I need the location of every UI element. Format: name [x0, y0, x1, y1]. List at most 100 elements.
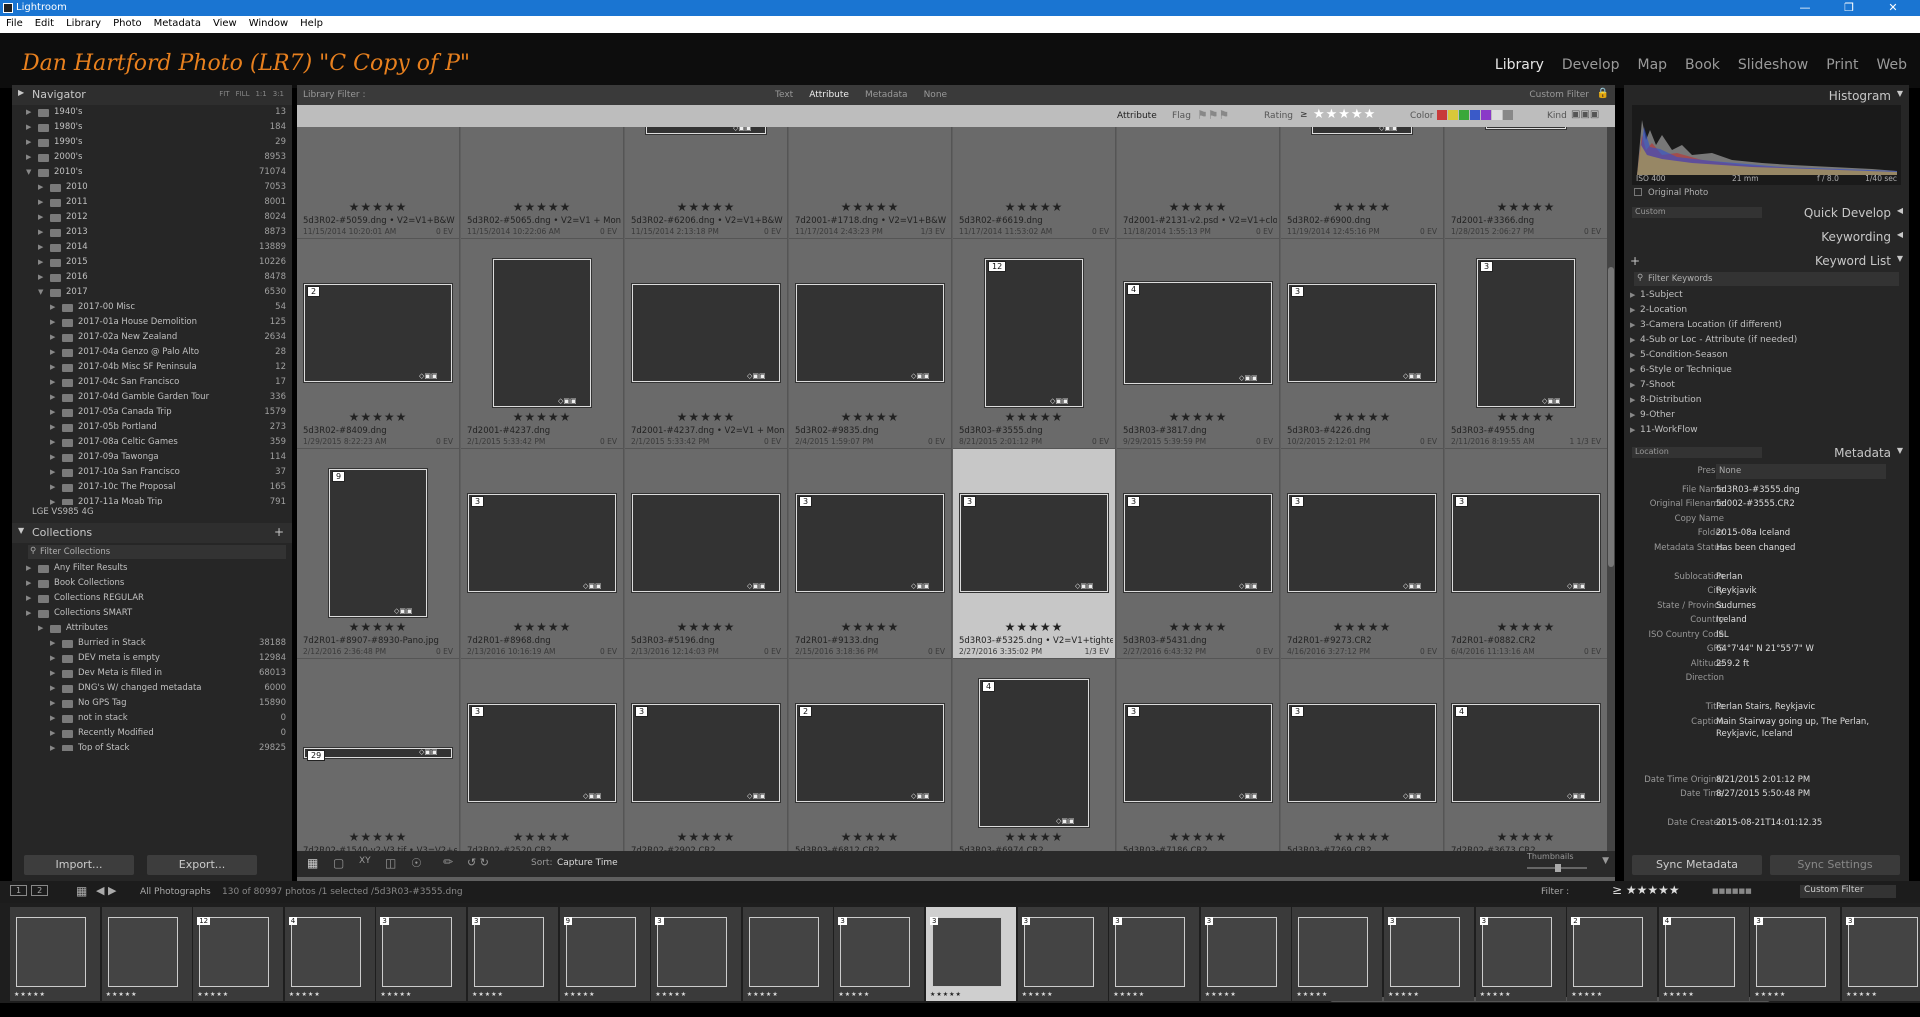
collapse-triangle-icon[interactable]: ▶ — [50, 375, 55, 390]
back-forward-icons[interactable]: ◀ ▶ — [96, 884, 116, 897]
grid-cell[interactable]: ◇▣▣ ★★★★★ 5d3R02-#9835.dng 2/4/2015 1:59:07… — [789, 239, 952, 449]
folder-item[interactable]: ▶ 2015 10226 — [24, 255, 292, 270]
collapse-triangle-icon[interactable]: ▶ — [50, 696, 55, 711]
thumbnail-badge-icons[interactable]: ◇▣▣ — [1075, 582, 1094, 590]
stack-count-badge[interactable]: 9 — [332, 470, 346, 482]
filmstrip-photo[interactable] — [107, 917, 178, 987]
folder-item[interactable]: ▼ 2010's 71074 — [24, 165, 292, 180]
filmstrip-thumbnail[interactable]: 3 ★★★★★ — [1475, 907, 1566, 1001]
rating-stars[interactable]: ★★★★★ — [297, 830, 459, 844]
expand-triangle-icon[interactable]: ▶ — [1630, 408, 1635, 423]
thumbnail-badge-icons[interactable]: ◇▣▣ — [747, 372, 766, 380]
metadata-field-value[interactable]: Perlan — [1716, 570, 1743, 585]
rating-stars[interactable]: ★★★★★ — [1281, 200, 1443, 214]
folder-item[interactable]: ▶ 2012 8024 — [24, 210, 292, 225]
folder-item[interactable]: ▶ 2017-05b Portland 273 — [24, 420, 292, 435]
photo-thumbnail[interactable] — [960, 493, 1108, 592]
grid-cell[interactable]: ◇▣▣ ★★★★★ 5d3R03-#5196.dng 2/13/2016 12:14:… — [625, 449, 788, 659]
rating-stars[interactable]: ★★★★★ — [1445, 830, 1607, 844]
filmstrip-rating-filter[interactable]: ≥ ★★★★★ — [1612, 883, 1680, 897]
collapse-triangle-icon[interactable]: ▶ — [26, 576, 31, 591]
filmstrip-photo[interactable] — [1756, 917, 1827, 987]
folder-item[interactable]: ▼ 2017 6530 — [24, 285, 292, 300]
collapse-triangle-icon[interactable]: ▶ — [18, 88, 24, 97]
stack-count-badge[interactable]: 29 — [307, 749, 326, 761]
grid-cell[interactable]: ★★★★★ 5d3R02-#6619.dng 11/17/2014 11:53:02… — [953, 127, 1116, 239]
filmstrip-thumbnail[interactable]: 3 ★★★★★ — [1384, 907, 1474, 1001]
keyword-item[interactable]: ▶ 9-Other — [1624, 408, 1909, 423]
collapse-triangle-icon[interactable]: ▶ — [50, 666, 55, 681]
folder-item[interactable]: ▶ No GPS Tag 15890 — [24, 696, 292, 711]
collapse-triangle-icon[interactable]: ▶ — [38, 255, 43, 270]
stack-count-badge[interactable]: 2 — [1571, 917, 1580, 925]
grid-scrollbar-thumb[interactable] — [1608, 267, 1614, 567]
metadata-field-value[interactable]: 64°7'44" N 21°55'7" W — [1716, 642, 1814, 657]
expand-triangle-icon[interactable]: ▶ — [1630, 288, 1635, 303]
sync-settings-button[interactable]: Sync Settings — [1770, 855, 1900, 875]
rating-stars[interactable]: ★★★★★ — [461, 410, 623, 424]
grid-cell[interactable]: ◇▣▣ ★★★★★ 5d3R02-#6900.dng 11/19/2014 12:45… — [1281, 127, 1444, 239]
rating-stars[interactable]: ★★★★★ — [1445, 410, 1607, 424]
photo-thumbnail[interactable] — [1477, 258, 1575, 407]
rating-stars-filter[interactable]: ★★★★★ — [1313, 107, 1376, 122]
expand-triangle-icon[interactable]: ▶ — [1630, 303, 1635, 318]
collapse-triangle-icon[interactable]: ▶ — [26, 561, 31, 576]
photo-thumbnail[interactable] — [1124, 703, 1272, 802]
collapse-triangle-icon[interactable]: ▶ — [38, 270, 43, 285]
zoom-option[interactable]: FIT — [219, 90, 229, 98]
lock-icon[interactable]: 🔒 — [1597, 88, 1609, 99]
filmstrip-photo[interactable] — [1115, 917, 1186, 987]
stack-count-badge[interactable]: 12 — [197, 917, 211, 925]
collapse-triangle-icon[interactable]: ▶ — [38, 621, 43, 636]
sort-select[interactable]: Capture Time — [557, 858, 618, 868]
stack-count-badge[interactable]: 4 — [1127, 283, 1141, 295]
grid-view-icon[interactable]: ▦ — [307, 856, 318, 870]
folder-item[interactable]: ▶ DNG's W/ changed metadata 6000 — [24, 681, 292, 696]
stack-count-badge[interactable]: 3 — [1754, 917, 1763, 925]
window-button-2[interactable]: 2 — [31, 885, 49, 896]
metadata-field-value[interactable]: Iceland — [1716, 613, 1747, 628]
expand-triangle-icon[interactable]: ▼ — [18, 526, 24, 535]
thumbnail-badge-icons[interactable]: ◇▣▣ — [1239, 582, 1258, 590]
photo-thumbnail[interactable] — [1452, 493, 1600, 592]
filmstrip-color-filter[interactable]: ■■■■■■ — [1712, 887, 1752, 895]
rating-stars[interactable]: ★★★★★ — [461, 620, 623, 634]
thumbnail-badge-icons[interactable]: ◇▣▣ — [419, 372, 438, 380]
filmstrip-photo[interactable] — [199, 917, 270, 987]
filter-preset-select[interactable]: Custom Filter — [1529, 90, 1589, 100]
folder-item[interactable]: ▶ 1990's 29 — [24, 135, 292, 150]
stack-count-badge[interactable]: 3 — [1204, 917, 1214, 925]
thumbnail-badge-icons[interactable]: ◇▣▣ — [583, 582, 602, 590]
menu-file[interactable]: File — [0, 16, 29, 29]
filmstrip-thumbnail[interactable]: 3 ★★★★★ — [468, 907, 558, 1001]
thumbnail-badge-icons[interactable]: ◇▣▣ — [911, 792, 930, 800]
keyword-item[interactable]: ▶ 7-Shoot — [1624, 378, 1909, 393]
stack-count-badge[interactable]: 3 — [1021, 917, 1031, 925]
filmstrip-thumbnail[interactable]: ★★★★★ — [742, 907, 833, 1001]
photo-thumbnail[interactable] — [1124, 493, 1272, 592]
filmstrip-filter-select[interactable]: Custom Filter — [1800, 885, 1896, 898]
add-collection-icon[interactable]: + — [274, 525, 284, 539]
stack-count-badge[interactable]: 3 — [1479, 917, 1489, 925]
stack-count-badge[interactable]: 3 — [1480, 260, 1494, 272]
expand-triangle-icon[interactable]: ▼ — [1897, 254, 1903, 263]
rating-operator[interactable]: ≥ — [1300, 110, 1308, 120]
filmstrip-photo[interactable] — [1390, 917, 1460, 987]
collapse-triangle-icon[interactable]: ▶ — [50, 726, 55, 741]
compare-view-icon[interactable]: XY — [359, 856, 371, 866]
export-button[interactable]: Export... — [147, 855, 257, 875]
photo-thumbnail[interactable] — [1124, 281, 1272, 384]
thumbnail-badge-icons[interactable]: ◇▣▣ — [558, 397, 577, 405]
photo-thumbnail[interactable] — [796, 283, 944, 382]
module-develop[interactable]: Develop — [1562, 57, 1620, 73]
collapse-triangle-icon[interactable]: ▶ — [38, 225, 43, 240]
filmstrip-thumbnail[interactable]: 3 ★★★★★ — [376, 907, 467, 1001]
thumbnail-badge-icons[interactable]: ◇▣▣ — [1056, 817, 1075, 825]
stack-count-badge[interactable]: 3 — [1388, 917, 1397, 925]
rating-stars[interactable]: ★★★★★ — [625, 830, 787, 844]
collapse-triangle-icon[interactable]: ◀ — [1897, 206, 1903, 215]
grid-cell[interactable]: ★★★★★ 5d3R02-#5065.dng • V2=V1 + Mono 11/1… — [461, 127, 624, 239]
expand-triangle-icon[interactable]: ▶ — [1630, 363, 1635, 378]
filmstrip-thumbnail[interactable]: 3 ★★★★★ — [834, 907, 925, 1001]
rating-stars[interactable]: ★★★★★ — [1445, 620, 1607, 634]
